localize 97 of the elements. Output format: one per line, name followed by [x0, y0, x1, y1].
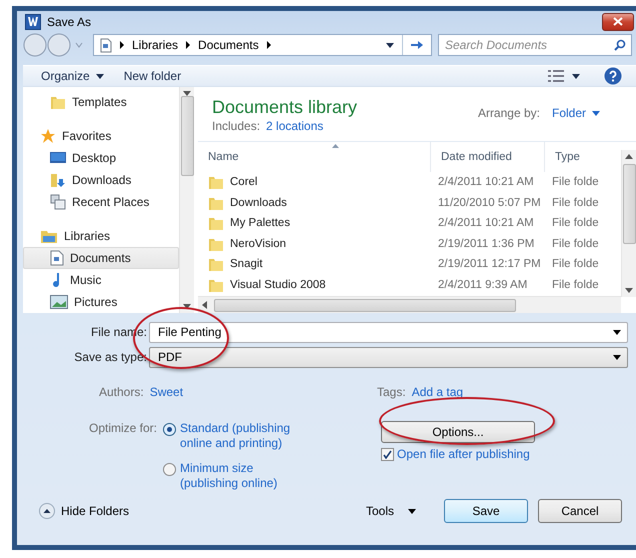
authors-link[interactable]: Sweet: [150, 385, 184, 399]
close-icon: [613, 17, 623, 26]
view-list-icon[interactable]: [548, 70, 564, 82]
save-as-type-dropdown[interactable]: PDF: [149, 346, 628, 368]
nav-item[interactable]: Desktop: [23, 147, 179, 169]
star-icon: [40, 128, 56, 144]
caret-icon: [625, 288, 633, 293]
sort-arrow-icon: [332, 144, 339, 148]
options-button[interactable]: Options...: [381, 421, 536, 443]
scrollbar[interactable]: [621, 150, 636, 297]
caret-icon: [613, 354, 621, 360]
type-cell-text: File folde: [551, 238, 600, 250]
file-name-cell[interactable]: Downloads: [198, 194, 430, 211]
caret-icon: [386, 42, 394, 48]
save-as-type-label: Save as type:: [73, 350, 148, 364]
radio-button[interactable]: [163, 463, 176, 476]
arrange-by-label: Arrange by:: [478, 106, 540, 120]
date-cell-text: 2/4/2011 10:21 AM: [437, 176, 535, 188]
search-icon: [614, 39, 626, 51]
date-cell-text: 2/19/2011 12:17 PM: [437, 258, 542, 270]
nav-item[interactable]: Recent Places: [23, 191, 179, 213]
arrange-by-dropdown[interactable]: Folder: [552, 106, 600, 120]
word-logo-icon: [25, 14, 41, 30]
open-after-checkbox[interactable]: Open file after publishing: [381, 447, 536, 461]
document-icon: [100, 38, 112, 52]
optimize-for-label: Optimize for:: [89, 421, 158, 437]
caret-icon: [625, 154, 633, 159]
nav-item[interactable]: Music: [23, 269, 179, 291]
type-cell-text: File folde: [551, 278, 600, 291]
folder-icon: [50, 94, 66, 110]
collapse-icon: [39, 503, 55, 519]
library-icon: [40, 228, 58, 244]
close-button[interactable]: [602, 12, 634, 30]
folder-icon: [208, 215, 224, 232]
file-name-cell[interactable]: NeroVision: [198, 236, 430, 252]
document-icon: [50, 250, 64, 266]
nav-item[interactable]: Libraries: [23, 225, 179, 247]
file-name-cell[interactable]: My Palettes: [198, 215, 430, 232]
dialog-button[interactable]: Save: [444, 499, 528, 523]
file-name-field[interactable]: File Penting: [149, 322, 628, 342]
includes-label: Includes:: [212, 119, 260, 133]
nav-item[interactable]: Downloads: [23, 169, 179, 191]
nav-item[interactable]: Favorites: [23, 125, 179, 147]
date-cell-text: 2/4/2011 10:21 AM: [437, 217, 535, 230]
search-field[interactable]: Search Documents: [438, 34, 632, 56]
picture-icon: [50, 295, 68, 309]
file-name-cell[interactable]: Corel: [198, 174, 430, 190]
column-header[interactable]: Name: [198, 142, 430, 172]
chevron-right-icon: [120, 41, 124, 49]
date-cell-text: 11/20/2010 5:07 PM: [437, 196, 542, 209]
scrollbar[interactable]: [179, 87, 194, 313]
address-bar[interactable]: Libraries Documents: [93, 34, 432, 56]
window-title: Save As: [47, 14, 92, 28]
radio-button[interactable]: [163, 423, 176, 436]
breadcrumb-item[interactable]: Documents: [198, 38, 259, 52]
type-cell-text: File folde: [551, 217, 600, 230]
refresh-icon[interactable]: [410, 39, 424, 51]
caret-icon: [96, 74, 104, 78]
caret-icon: [183, 304, 191, 309]
chevron-right-icon: [186, 41, 190, 49]
toolbar-button[interactable]: Organize: [35, 66, 110, 86]
radio-option[interactable]: Standard (publishing online and printing): [163, 421, 364, 451]
caret-icon: [592, 110, 600, 116]
radio-option[interactable]: Minimum size (publishing online): [163, 461, 364, 491]
nav-item[interactable]: Pictures: [23, 291, 179, 313]
hide-folders-button[interactable]: Hide Folders: [39, 503, 130, 519]
folder-icon: [208, 174, 224, 190]
authors-label: Authors:: [99, 385, 144, 399]
tools-dropdown[interactable]: Tools: [360, 503, 422, 519]
folder-icon: [208, 256, 224, 272]
date-cell-text: 2/19/2011 1:36 PM: [437, 238, 536, 250]
library-title: Documents library: [212, 97, 358, 118]
help-icon[interactable]: [604, 67, 622, 85]
tags-label: Tags:: [377, 385, 406, 399]
file-name-cell[interactable]: Snagit: [198, 256, 430, 272]
column-header[interactable]: Date modified: [430, 142, 544, 172]
desktop-icon: [50, 151, 66, 165]
dialog-button[interactable]: Cancel: [538, 499, 622, 523]
caret-icon: [572, 74, 580, 78]
date-cell-text: 2/4/2011 9:39 AM: [437, 278, 528, 291]
file-name-cell[interactable]: Visual Studio 2008: [198, 276, 430, 293]
nav-item[interactable]: Documents: [23, 247, 179, 269]
recent-places-icon: [50, 194, 66, 210]
caret-icon: [202, 301, 207, 309]
chevron-right-icon: [266, 41, 271, 49]
nav-item[interactable]: Templates: [23, 91, 179, 113]
checkmark-icon: [383, 450, 392, 458]
caret-icon: [408, 508, 416, 514]
horizontal-scrollbar[interactable]: [198, 296, 621, 313]
locations-link[interactable]: 2 locations: [266, 119, 324, 133]
type-cell-text: File folde: [551, 176, 600, 188]
breadcrumb-item[interactable]: Libraries: [132, 38, 178, 52]
caret-icon: [613, 330, 621, 334]
type-cell-text: File folde: [551, 258, 600, 270]
folder-download-icon: [50, 172, 66, 188]
type-cell-text: File folde: [551, 196, 600, 209]
toolbar-button[interactable]: New folder: [118, 66, 188, 86]
